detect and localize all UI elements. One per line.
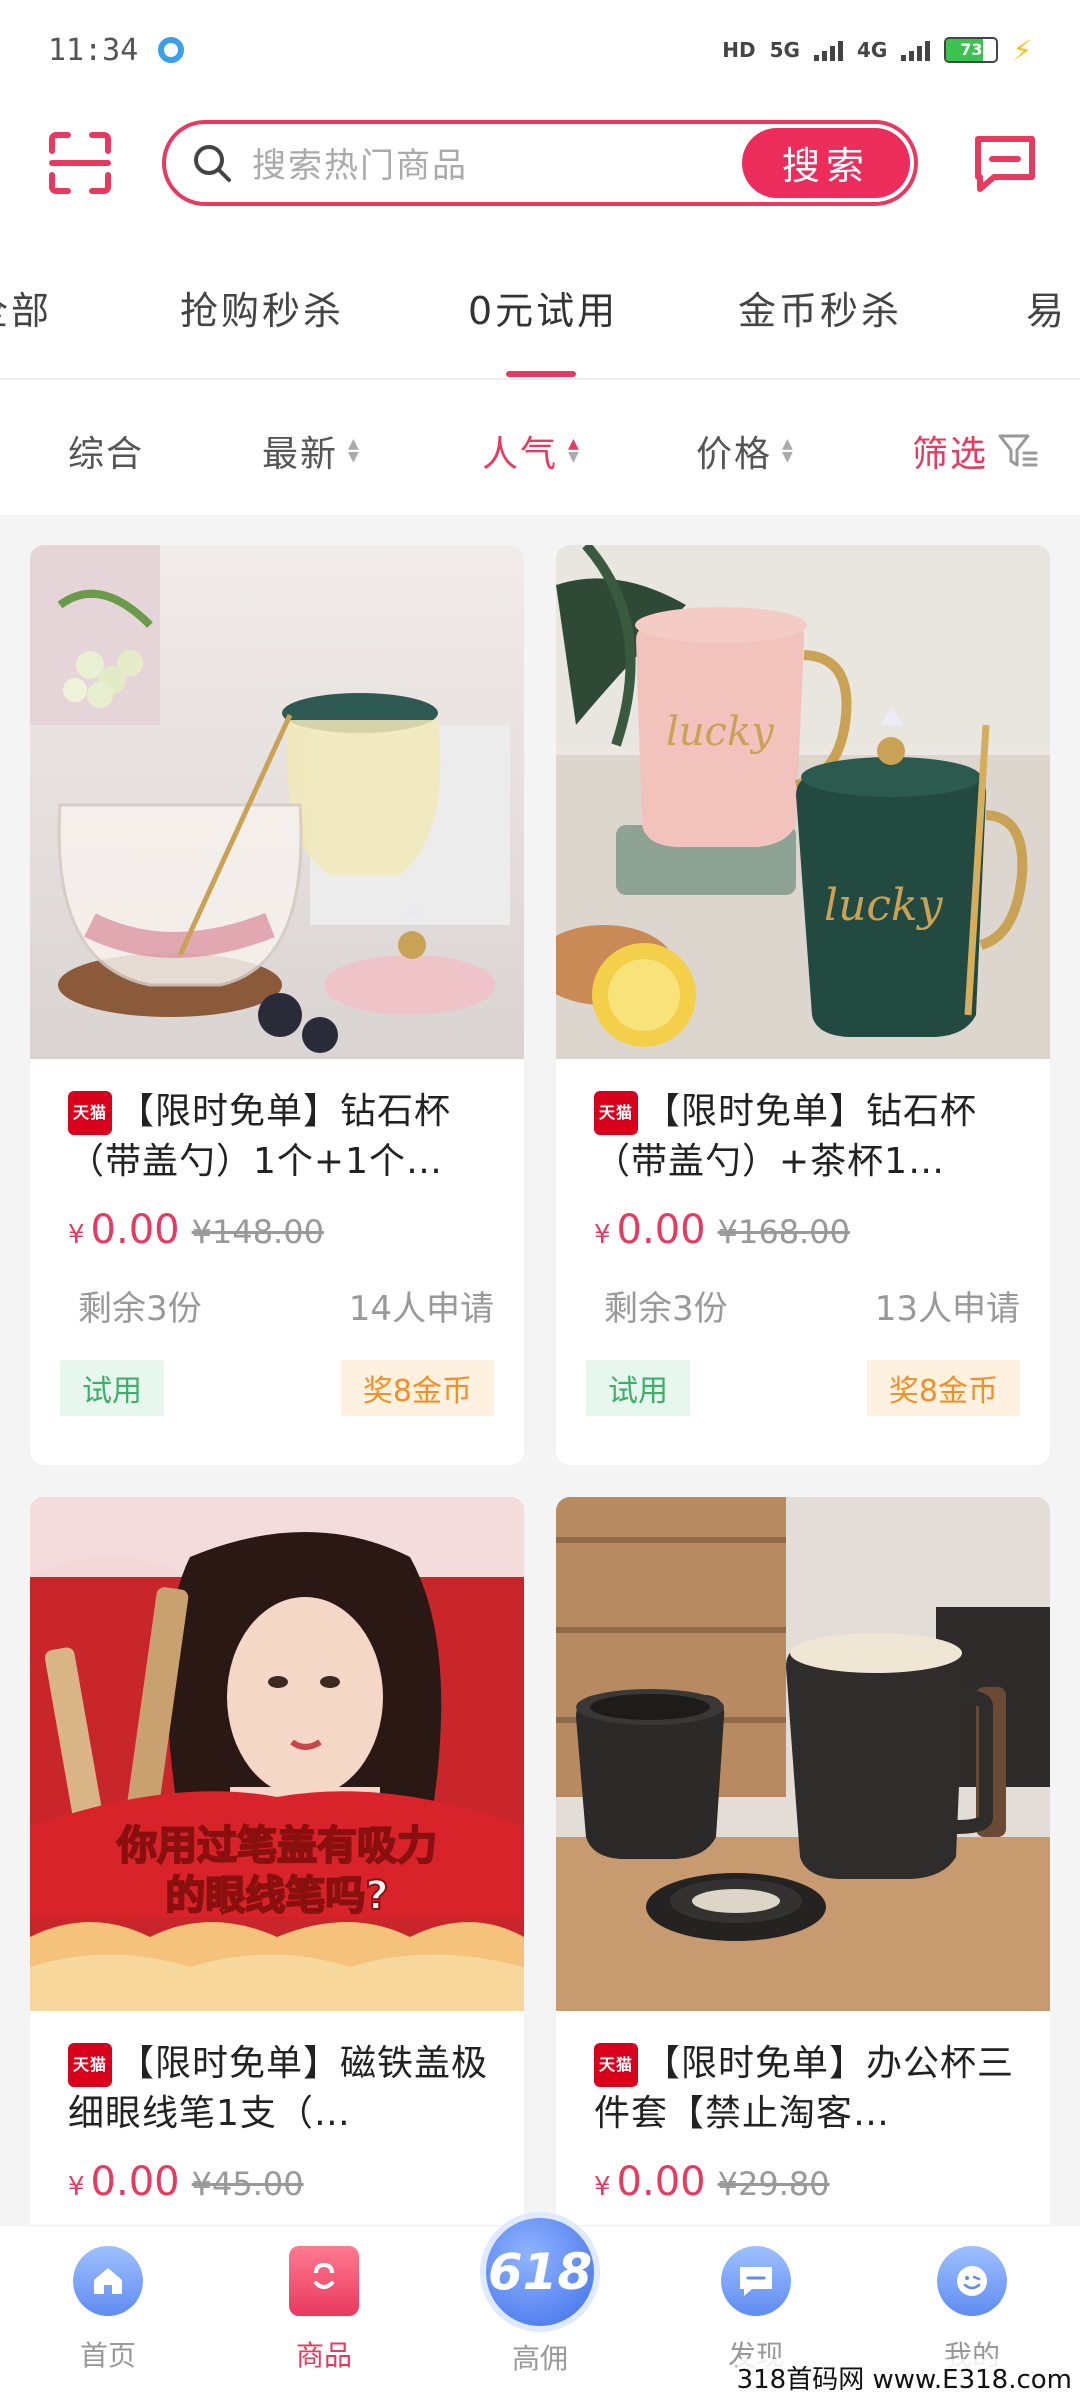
applicant-count: 13人申请 — [874, 1289, 1020, 1329]
sort-bar: 综合 最新 ▲ ▼ 人气 ▲ ▼ 价格 ▲ ▼ 筛选 — [0, 380, 1080, 515]
price-row: ¥0.00 ¥45.00 — [30, 2141, 524, 2205]
tag-row: 试用 奖8金币 — [556, 1330, 1050, 1416]
home-icon — [73, 2246, 143, 2316]
tmall-badge: 天猫 — [594, 2043, 638, 2087]
price-row: ¥0.00 ¥29.80 — [556, 2141, 1050, 2205]
scan-button[interactable] — [40, 123, 120, 203]
current-price: ¥0.00 — [68, 1207, 180, 1253]
clock: 11:34 — [48, 32, 139, 68]
product-card[interactable]: 你用过笔盖有吸力 的眼线笔吗? 天猫 【限时免单】磁铁盖极细眼线笔1支（… ¥0.… — [30, 1497, 524, 2257]
tab-flash-sale[interactable]: 抢购秒杀 — [180, 280, 344, 335]
hd-indicator: HD — [722, 38, 756, 62]
smiley-face-icon — [937, 2246, 1007, 2316]
sort-popularity[interactable]: 人气 ▲ ▼ — [482, 425, 581, 477]
nav-profile[interactable]: 我的 — [902, 2246, 1042, 2374]
battery-icon: 73 — [944, 37, 999, 63]
eyeliner-ad-image: 你用过笔盖有吸力 的眼线笔吗? — [30, 1497, 524, 2011]
meta-row: 剩余3份 13人申请 — [556, 1253, 1050, 1330]
product-card[interactable]: 天猫 【限时免单】办公杯三件套【禁止淘客… ¥0.00 ¥29.80 — [556, 1497, 1050, 2257]
filter-icon — [998, 434, 1038, 467]
product-image[interactable] — [30, 545, 524, 1059]
status-icons: HD 5G 4G 73 ⚡ — [722, 34, 1032, 67]
ad-headline-line2: 的眼线笔吗? — [165, 1873, 388, 1919]
lucky-mugs-image: lucky lucky — [556, 545, 1050, 1059]
product-card[interactable]: 天猫 【限时免单】钻石杯（带盖勺）1个+1个… ¥0.00 ¥148.00 剩余3… — [30, 545, 524, 1465]
tmall-badge: 天猫 — [68, 1091, 112, 1135]
message-icon — [975, 135, 1035, 192]
signal-4g-icon — [901, 39, 931, 61]
price-row: ¥0.00 ¥148.00 — [30, 1189, 524, 1253]
search-button[interactable]: 搜索 — [742, 127, 910, 198]
scan-icon — [49, 131, 111, 194]
search-bar[interactable]: 搜索热门商品 搜索 — [162, 119, 918, 206]
sort-arrows-icon: ▲ ▼ — [348, 436, 361, 465]
original-price: ¥45.00 — [191, 2165, 304, 2203]
original-price: ¥168.00 — [717, 1213, 850, 1251]
product-title[interactable]: 天猫 【限时免单】磁铁盖极细眼线笔1支（… — [30, 2011, 524, 2141]
shopping-bag-icon — [289, 2246, 359, 2316]
remaining-count: 剩余3份 — [604, 1289, 728, 1329]
network-4g-label: 4G — [856, 38, 888, 62]
sort-arrows-icon: ▲ ▼ — [782, 436, 795, 465]
sort-comprehensive[interactable]: 综合 — [68, 425, 144, 477]
filter-button[interactable]: 筛选 — [912, 425, 1038, 477]
remaining-count: 剩余3份 — [78, 1289, 202, 1329]
message-button[interactable] — [970, 128, 1040, 198]
glass-teapot-image — [30, 545, 524, 1059]
header: 搜索热门商品 搜索 — [0, 100, 1080, 225]
current-price: ¥0.00 — [68, 2159, 180, 2205]
tmall-badge: 天猫 — [594, 1091, 638, 1135]
nav-high-commission[interactable]: 618 — [480, 2212, 600, 2332]
tag-row: 试用 奖8金币 — [30, 1330, 524, 1416]
tab-zero-trial[interactable]: 0元试用 — [468, 280, 618, 335]
tmall-badge: 天猫 — [68, 2043, 112, 2087]
product-card[interactable]: lucky lucky 天猫 【限时免单】钻石杯（带盖勺）+茶杯1… ¥0.00 … — [556, 545, 1050, 1465]
coin-reward-tag: 奖8金币 — [340, 1360, 494, 1416]
category-tabs: 全部 抢购秒杀 0元试用 金币秒杀 易 — [0, 225, 1080, 380]
original-price: ¥148.00 — [191, 1213, 324, 1251]
meta-row: 剩余3份 14人申请 — [30, 1253, 524, 1330]
current-price: ¥0.00 — [594, 1207, 706, 1253]
tab-coin-sale[interactable]: 金币秒杀 — [738, 280, 902, 335]
applicant-count: 14人申请 — [348, 1289, 494, 1329]
signal-5g-icon — [813, 39, 843, 61]
nav-home[interactable]: 首页 — [38, 2246, 178, 2374]
trial-tag: 试用 — [60, 1360, 164, 1416]
trial-tag: 试用 — [586, 1360, 690, 1416]
charging-icon: ⚡ — [1012, 33, 1032, 67]
product-image[interactable] — [556, 1497, 1050, 2011]
product-image[interactable]: lucky lucky — [556, 545, 1050, 1059]
tab-more[interactable]: 易 — [1026, 280, 1067, 335]
current-price: ¥0.00 — [594, 2159, 706, 2205]
tab-all[interactable]: 全部 — [0, 280, 52, 335]
office-mug-set-image — [556, 1497, 1050, 2011]
product-title[interactable]: 天猫 【限时免单】钻石杯（带盖勺）+茶杯1… — [556, 1059, 1050, 1189]
network-5g-label: 5G — [769, 38, 800, 62]
search-input[interactable]: 搜索热门商品 — [252, 138, 468, 187]
original-price: ¥29.80 — [717, 2165, 830, 2203]
product-title[interactable]: 天猫 【限时免单】办公杯三件套【禁止淘客… — [556, 2011, 1050, 2141]
sort-newest[interactable]: 最新 ▲ ▼ — [262, 425, 361, 477]
svg-text:lucky: lucky — [824, 880, 944, 931]
search-icon — [194, 144, 231, 182]
svg-text:lucky: lucky — [666, 709, 775, 755]
product-image[interactable]: 你用过笔盖有吸力 的眼线笔吗? — [30, 1497, 524, 2011]
status-bar: 11:34 HD 5G 4G 73 ⚡ — [0, 0, 1080, 100]
watermark: 318首码网 www.E318.com — [736, 2359, 1072, 2396]
product-title[interactable]: 天猫 【限时免单】钻石杯（带盖勺）1个+1个… — [30, 1059, 524, 1189]
notification-app-icon — [158, 37, 185, 63]
nav-high-commission-label: 高佣 — [511, 2342, 568, 2375]
price-row: ¥0.00 ¥168.00 — [556, 1189, 1050, 1253]
active-tab-indicator — [506, 371, 576, 377]
nav-products[interactable]: 商品 — [254, 2246, 394, 2374]
ad-headline-line1: 你用过笔盖有吸力 — [116, 1823, 437, 1869]
chat-bubble-icon — [721, 2246, 791, 2316]
sort-arrows-icon: ▲ ▼ — [568, 436, 581, 465]
coin-reward-tag: 奖8金币 — [866, 1360, 1020, 1416]
sort-price[interactable]: 价格 ▲ ▼ — [696, 425, 795, 477]
nav-discover[interactable]: 发现 — [686, 2246, 826, 2374]
